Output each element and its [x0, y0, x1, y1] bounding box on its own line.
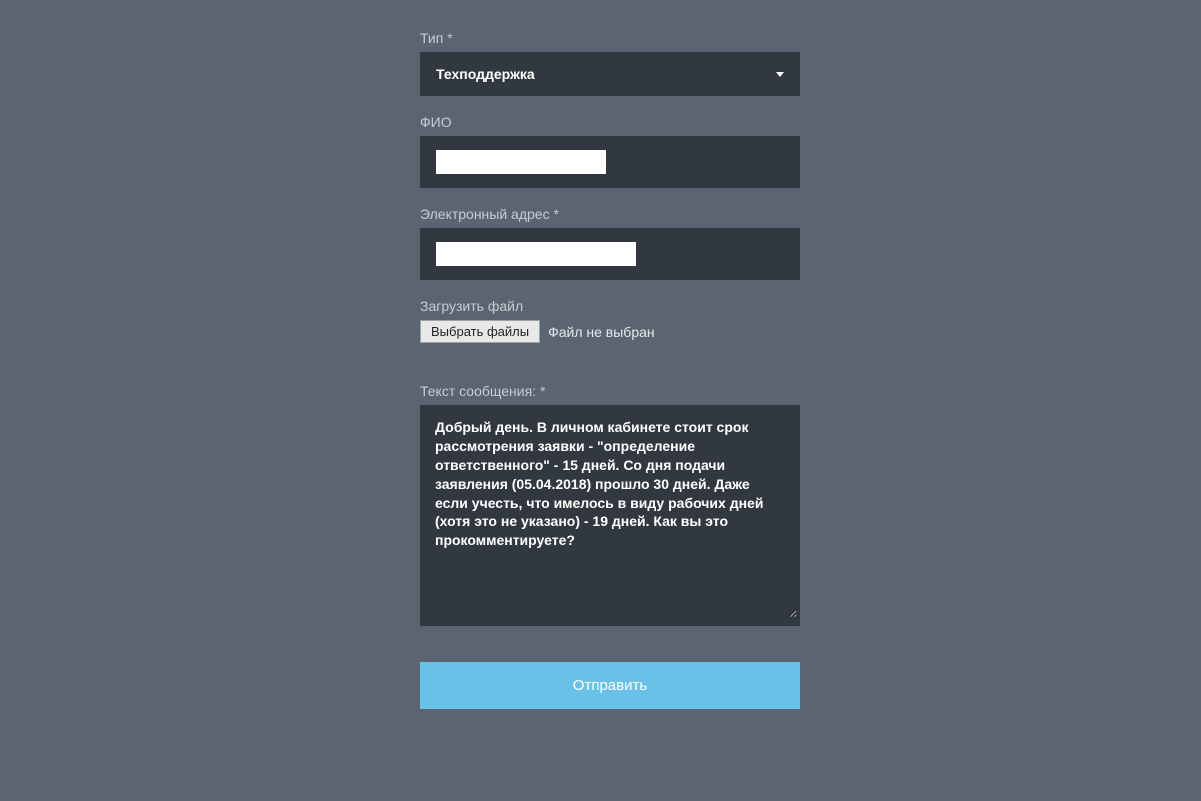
type-select[interactable]: Техподдержка	[420, 52, 800, 96]
fio-input[interactable]	[436, 150, 606, 174]
file-label: Загрузить файл	[420, 298, 800, 314]
file-status-text: Файл не выбран	[548, 324, 655, 340]
message-textarea[interactable]	[423, 408, 797, 618]
file-group: Загрузить файл Выбрать файлы Файл не выб…	[420, 298, 800, 343]
email-input-wrapper	[420, 228, 800, 280]
chevron-down-icon	[776, 72, 784, 77]
fio-label: ФИО	[420, 114, 800, 130]
file-choose-button[interactable]: Выбрать файлы	[420, 320, 540, 343]
type-group: Тип * Техподдержка	[420, 30, 800, 96]
submit-button[interactable]: Отправить	[420, 662, 800, 709]
email-input[interactable]	[436, 242, 636, 266]
type-selected-value: Техподдержка	[436, 66, 535, 82]
fio-group: ФИО	[420, 114, 800, 188]
support-form: Тип * Техподдержка ФИО Электронный адрес…	[420, 30, 800, 709]
email-label: Электронный адрес *	[420, 206, 800, 222]
message-label: Текст сообщения: *	[420, 383, 800, 399]
message-textarea-wrapper	[420, 405, 800, 626]
file-row: Выбрать файлы Файл не выбран	[420, 320, 800, 343]
fio-input-wrapper	[420, 136, 800, 188]
email-group: Электронный адрес *	[420, 206, 800, 280]
type-label: Тип *	[420, 30, 800, 46]
message-group: Текст сообщения: *	[420, 383, 800, 626]
